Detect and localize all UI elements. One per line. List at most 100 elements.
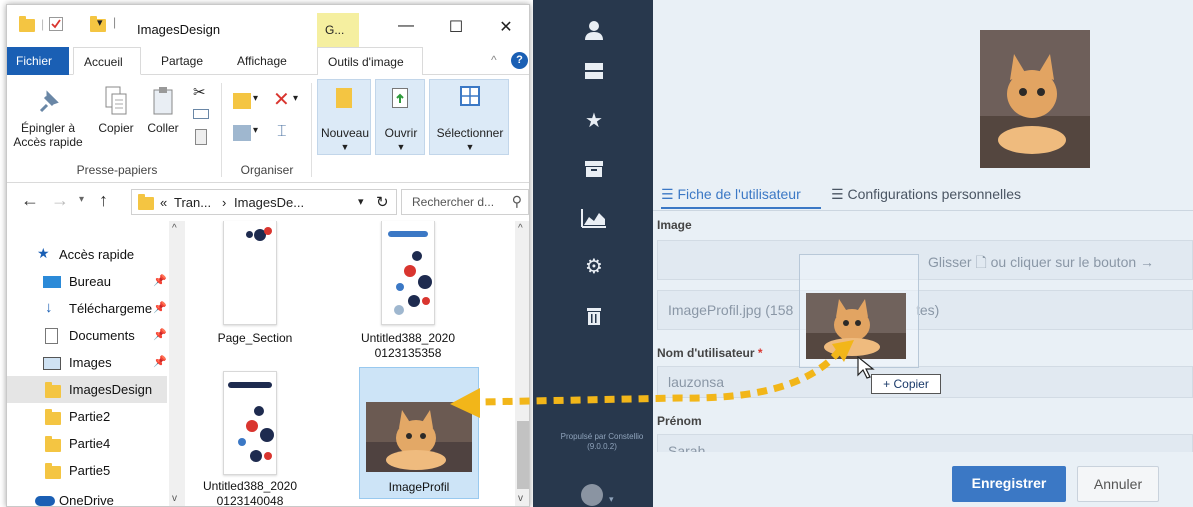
- close-button[interactable]: ✕: [491, 17, 521, 39]
- nav-scrollbar[interactable]: ^ v: [169, 221, 185, 506]
- user-icon[interactable]: [583, 20, 605, 42]
- copy-button[interactable]: Copier: [93, 85, 139, 135]
- paste-label: Coller: [147, 121, 179, 135]
- copy-path-icon[interactable]: [193, 109, 209, 119]
- recent-locations-icon[interactable]: ▾: [79, 194, 84, 205]
- breadcrumb-imagesdesign[interactable]: ImagesDe...: [234, 195, 304, 210]
- paste-icon: [153, 87, 173, 115]
- file-name: Page_Section: [217, 331, 293, 345]
- minimize-button[interactable]: —: [391, 17, 421, 39]
- nav-item-partie4[interactable]: Partie4: [7, 430, 167, 457]
- avatar[interactable]: [581, 484, 603, 506]
- drag-arrow: [450, 340, 854, 418]
- move-to-icon[interactable]: [233, 93, 251, 109]
- cut-icon[interactable]: ✂: [193, 83, 206, 101]
- tab-personal-configs[interactable]: ☰ Configurations personnelles: [831, 186, 1021, 203]
- window-title: ImagesDesign: [137, 22, 221, 37]
- pin-label-line2: Accès rapide: [13, 135, 83, 149]
- forward-icon[interactable]: →: [51, 190, 69, 211]
- list-icon: ☰: [661, 186, 674, 202]
- star-icon[interactable]: ★: [583, 110, 605, 132]
- nav-item-desktop[interactable]: Bureau 📌: [7, 268, 167, 295]
- documents-icon: [45, 328, 58, 344]
- folder-icon: [19, 16, 35, 32]
- new-label: Nouveau: [320, 126, 370, 140]
- tab-view[interactable]: Affichage: [227, 47, 297, 75]
- folder-icon: [45, 382, 61, 398]
- tab-image-tools[interactable]: Outils d'image: [317, 47, 423, 75]
- pin-icon: [39, 90, 59, 113]
- refresh-icon[interactable]: ↻: [376, 193, 389, 211]
- pin-icon: 📌: [153, 329, 167, 341]
- image-label: Image: [657, 218, 692, 232]
- open-button[interactable]: Ouvrir ▼: [375, 79, 425, 155]
- organize-group-label: Organiser: [240, 163, 294, 177]
- paste-button[interactable]: Coller: [143, 85, 183, 135]
- copy-tooltip: + Copier: [871, 374, 941, 394]
- file-icon: 🗋: [975, 254, 987, 270]
- new-button[interactable]: Nouveau ▼: [317, 79, 371, 155]
- scroll-thumb[interactable]: [517, 421, 529, 489]
- area-chart-icon[interactable]: [581, 208, 607, 230]
- nav-item-downloads[interactable]: ↓ Téléchargeme 📌: [7, 295, 167, 322]
- image-file-field[interactable]: ImageProfil.jpg (158 tes): [657, 290, 1193, 330]
- list-icon: ☰: [831, 186, 844, 202]
- pin-quick-access-button[interactable]: Épingler à Accès rapide: [13, 89, 83, 149]
- arrow-right-icon: →: [1140, 254, 1155, 270]
- tab-home[interactable]: Accueil: [73, 47, 141, 75]
- firstname-input[interactable]: Sarah: [657, 434, 1193, 454]
- pin-icon: 📌: [153, 275, 167, 287]
- archive-icon[interactable]: [583, 160, 605, 182]
- file-name: ImageProfil: [388, 480, 450, 494]
- tab-share[interactable]: Partage: [151, 47, 213, 75]
- user-profile-form: ☰ Fiche de l'utilisateur ☰ Configuration…: [653, 0, 1193, 507]
- rename-icon[interactable]: ⌶: [277, 123, 287, 141]
- gears-icon[interactable]: ⚙: [583, 256, 605, 278]
- search-input[interactable]: Rechercher d... ⚲: [401, 189, 529, 215]
- nav-item-imagesdesign[interactable]: ImagesDesign: [7, 376, 167, 403]
- nav-item-onedrive[interactable]: OneDrive: [7, 484, 167, 506]
- help-icon[interactable]: ?: [511, 52, 528, 69]
- address-dropdown-icon[interactable]: ▾: [358, 195, 364, 208]
- delete-icon[interactable]: ✕: [273, 87, 290, 112]
- nav-item-partie5[interactable]: Partie5: [7, 457, 167, 484]
- file-name-line2: 0123140048: [216, 494, 284, 507]
- nav-item-images[interactable]: Images 📌: [7, 349, 167, 376]
- collapse-ribbon-icon[interactable]: ^: [491, 53, 497, 67]
- address-bar-row: ← → ▾ ↑ « Tran... › ImagesDe... ▾ ↻ Rech…: [7, 183, 529, 221]
- pin-icon: 📌: [153, 302, 167, 314]
- file-name-line2: 0123135358: [374, 346, 442, 360]
- cloud-icon: [35, 496, 55, 506]
- properties-checkbox-icon[interactable]: [49, 17, 63, 31]
- nav-item-partie2[interactable]: Partie2: [7, 403, 167, 430]
- back-icon[interactable]: ←: [21, 190, 39, 211]
- download-icon: ↓: [45, 299, 53, 316]
- powered-by: Propulsé par Constellio (9.0.0.2): [560, 432, 644, 451]
- address-bar[interactable]: « Tran... › ImagesDe... ▾ ↻: [131, 189, 397, 215]
- paste-shortcut-icon[interactable]: [195, 129, 207, 145]
- ribbon: Épingler à Accès rapide Copier Coller ✂ …: [7, 75, 529, 183]
- save-button[interactable]: Enregistrer: [952, 466, 1066, 502]
- tab-file[interactable]: Fichier: [7, 47, 69, 75]
- drawer-icon[interactable]: [583, 62, 605, 84]
- folder-icon: [45, 409, 61, 425]
- customize-quick-access-icon[interactable]: ▾: [97, 16, 103, 29]
- nav-item-quick-access[interactable]: ★ Accès rapide: [7, 241, 167, 268]
- up-icon[interactable]: ↑: [99, 190, 108, 211]
- file-explorer-window: | ▾ | ImagesDesign G... — ☐ ✕ Fichier Ac…: [6, 4, 530, 507]
- trash-icon[interactable]: [583, 306, 605, 328]
- app-sidebar: ★ ⚙ Propulsé par Constellio (9.0.0.2) ▾: [533, 0, 653, 507]
- tab-user-sheet[interactable]: ☰ Fiche de l'utilisateur: [661, 186, 801, 203]
- file-thumbnail: [381, 221, 435, 325]
- image-dropzone[interactable]: Glisser 🗋 ou cliquer sur le bouton →: [657, 240, 1193, 280]
- breadcrumb-tran[interactable]: Tran...: [174, 195, 211, 210]
- nav-item-documents[interactable]: Documents 📌: [7, 322, 167, 349]
- title-bar: | ▾ | ImagesDesign G... — ☐ ✕: [7, 5, 529, 47]
- select-button[interactable]: Sélectionner ▼: [429, 79, 509, 155]
- pin-label-line1: Épingler à: [20, 121, 76, 135]
- maximize-button[interactable]: ☐: [441, 17, 471, 39]
- pin-icon: 📌: [153, 356, 167, 368]
- open-label: Ouvrir: [384, 126, 418, 140]
- copy-to-icon[interactable]: [233, 125, 251, 141]
- cancel-button[interactable]: Annuler: [1077, 466, 1159, 502]
